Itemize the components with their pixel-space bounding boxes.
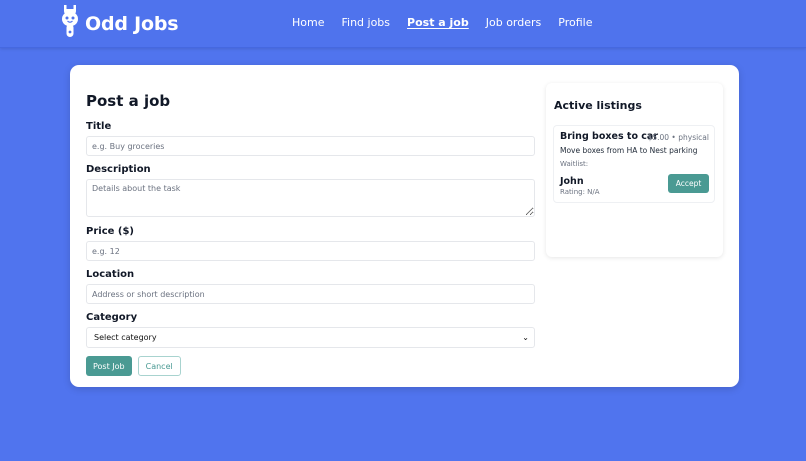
listing-description: Move boxes from HA to Nest parking bbox=[560, 146, 698, 155]
listing-card: Bring boxes to car $5.00 • physical Move… bbox=[553, 125, 715, 203]
accept-button[interactable]: Accept bbox=[668, 174, 709, 193]
main-card: Post a job Title Description Price ($) L… bbox=[70, 65, 739, 387]
listing-price-category: $5.00 • physical bbox=[647, 133, 709, 142]
nav-item-home[interactable]: Home bbox=[292, 16, 324, 29]
nav-item-profile[interactable]: Profile bbox=[558, 16, 592, 29]
post-job-form: Post a job Title Description Price ($) L… bbox=[86, 92, 535, 376]
post-job-button[interactable]: Post Job bbox=[86, 356, 132, 376]
description-input[interactable] bbox=[86, 179, 535, 217]
price-input[interactable] bbox=[86, 241, 535, 261]
form-actions: Post Job Cancel bbox=[86, 356, 535, 376]
title-label: Title bbox=[86, 121, 112, 132]
description-label: Description bbox=[86, 164, 151, 175]
price-label: Price ($) bbox=[86, 226, 134, 237]
main-nav: Home Find jobs Post a job Job orders Pro… bbox=[292, 16, 609, 29]
nav-item-job-orders[interactable]: Job orders bbox=[486, 16, 542, 29]
location-label: Location bbox=[86, 269, 135, 280]
brand-logo[interactable]: Odd Jobs bbox=[60, 4, 179, 43]
chevron-down-icon: ⌄ bbox=[522, 333, 529, 342]
cancel-button[interactable]: Cancel bbox=[137, 356, 181, 376]
app-name: Odd Jobs bbox=[85, 12, 179, 35]
applicant-name: John bbox=[560, 176, 584, 187]
category-selected-value: Select category bbox=[94, 333, 157, 342]
nav-item-post-a-job[interactable]: Post a job bbox=[407, 16, 469, 29]
top-navbar: Odd Jobs Home Find jobs Post a job Job o… bbox=[0, 0, 806, 48]
active-listings-panel: Active listings Bring boxes to car $5.00… bbox=[546, 83, 723, 257]
listing-title: Bring boxes to car bbox=[560, 131, 659, 142]
category-label: Category bbox=[86, 312, 138, 323]
nav-item-find-jobs[interactable]: Find jobs bbox=[341, 16, 390, 29]
category-select[interactable]: Select category ⌄ bbox=[86, 327, 535, 348]
page-title: Post a job bbox=[86, 92, 171, 110]
applicant-rating: Rating: N/A bbox=[560, 188, 600, 196]
wrench-face-icon bbox=[60, 4, 80, 43]
active-listings-title: Active listings bbox=[554, 99, 642, 112]
waitlist-label: Waitlist: bbox=[560, 160, 589, 168]
location-input[interactable] bbox=[86, 284, 535, 304]
title-input[interactable] bbox=[86, 136, 535, 156]
